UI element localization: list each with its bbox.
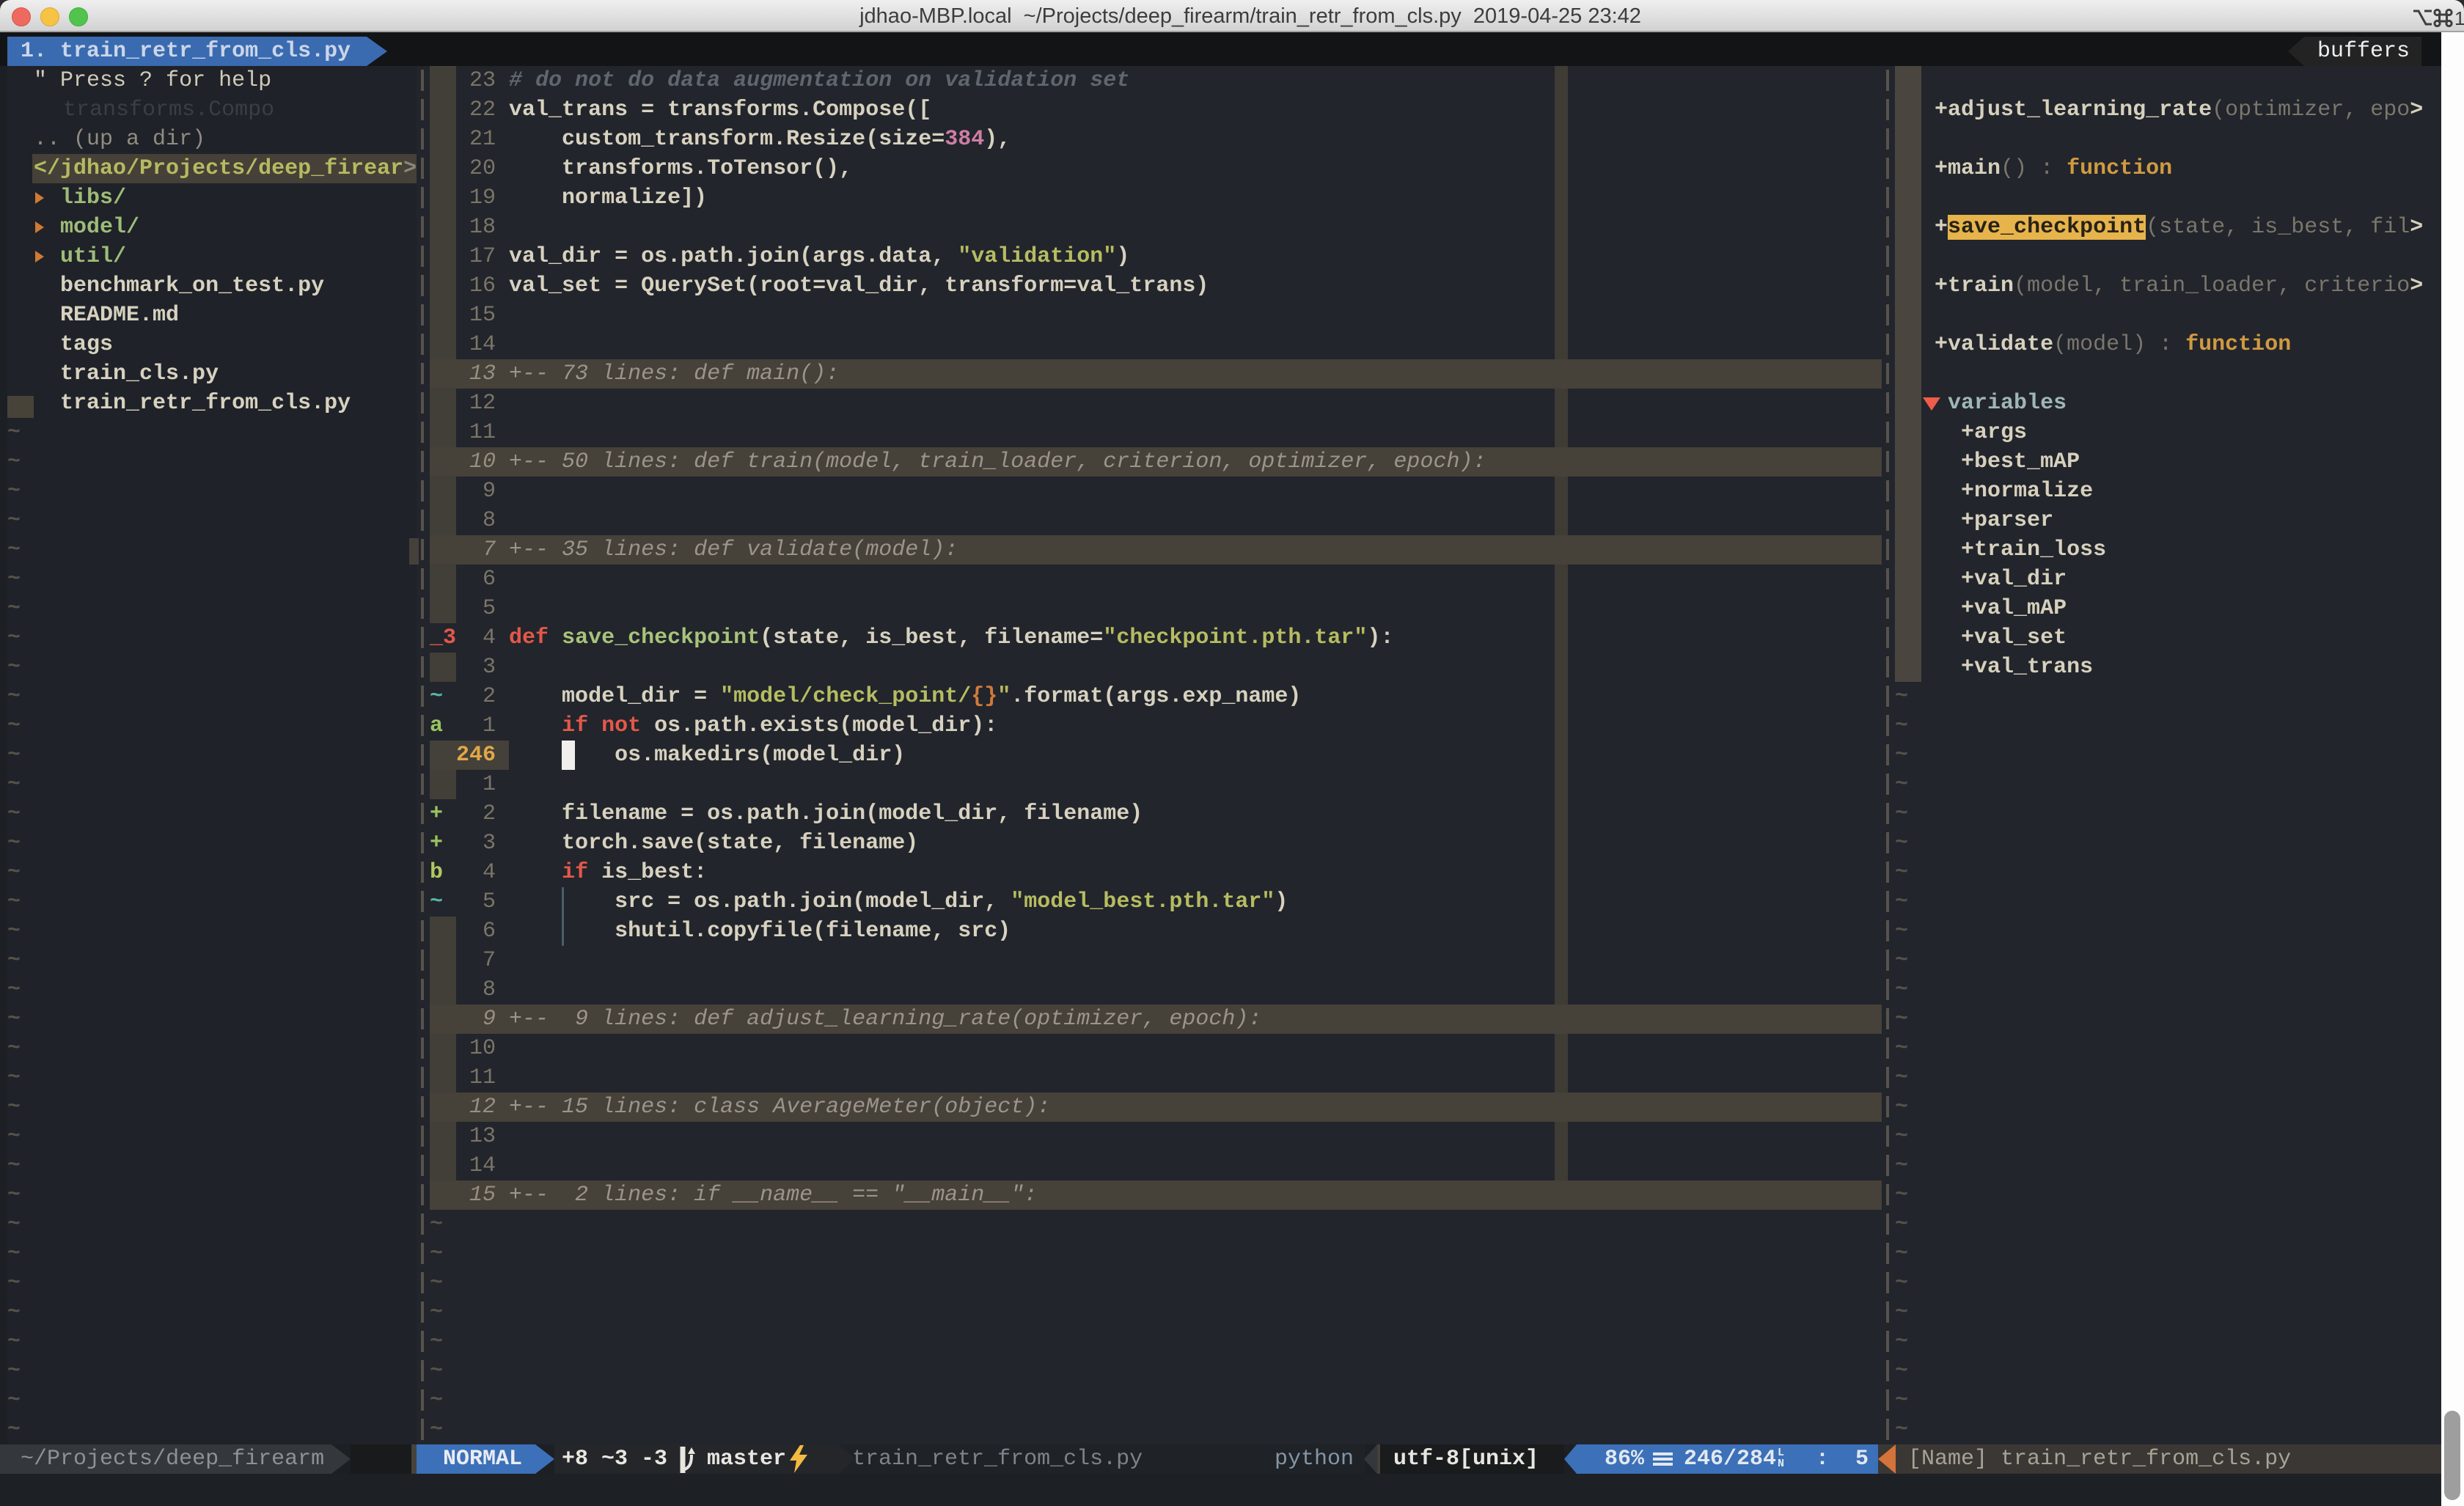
- svg-text:1: 1: [2454, 8, 2464, 27]
